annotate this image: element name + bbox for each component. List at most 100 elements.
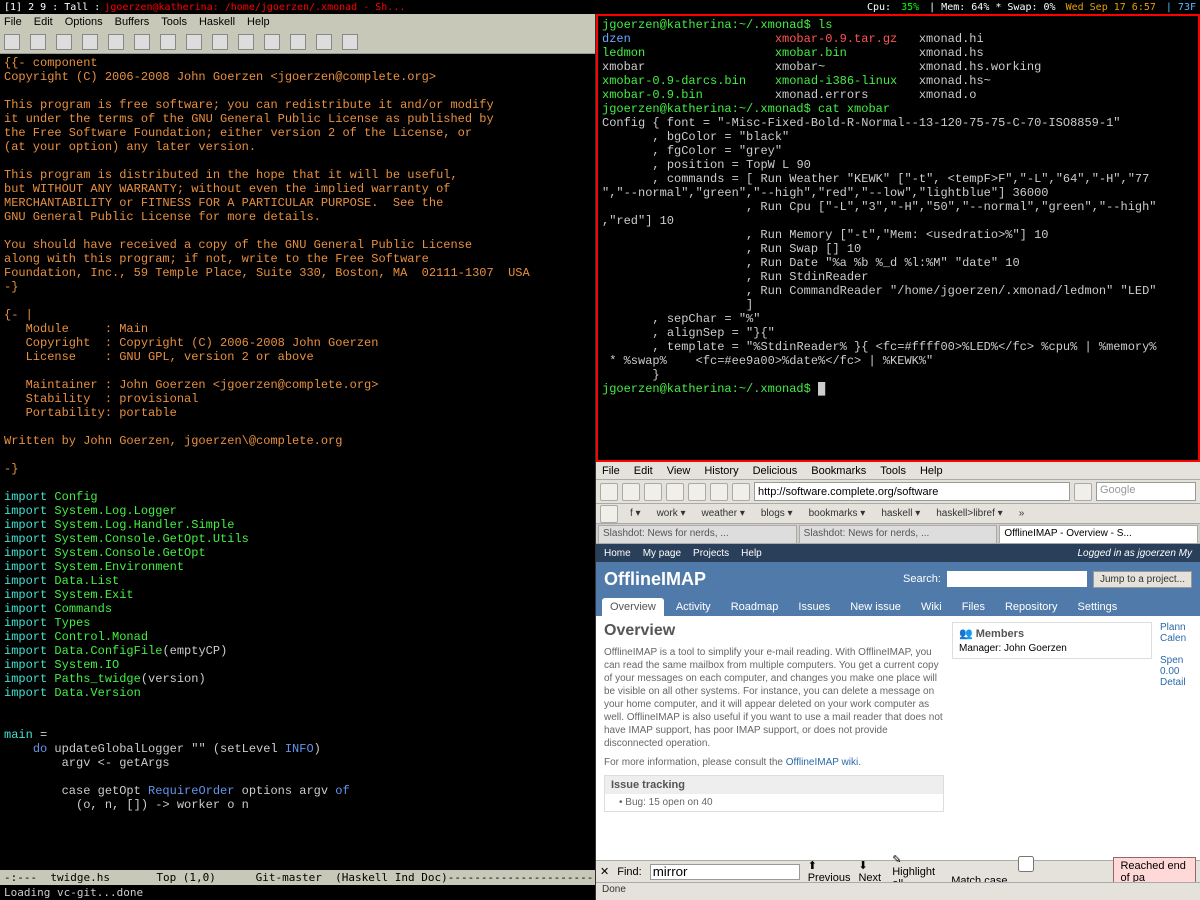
bookmark-work[interactable]: work ▾ [653,507,690,520]
copy-icon[interactable] [186,34,202,50]
link-projects[interactable]: Projects [693,548,729,559]
tab-files[interactable]: Files [954,598,993,616]
planning-link[interactable]: Plann [1160,622,1192,633]
mem-swap: | Mem: 64% * Swap: 0% [929,2,1055,13]
menu-file[interactable]: File [4,16,22,28]
emacs-editor[interactable]: {{- component Copyright (C) 2006-2008 Jo… [0,54,595,870]
stop-button[interactable] [666,483,684,501]
shell-prompt: jgoerzen@katherina:~/.xmonad$ cat xmobar [602,102,890,116]
new-file-icon[interactable] [4,34,20,50]
cpu-label: Cpu: [867,2,891,13]
tab-new-issue[interactable]: New issue [842,598,909,616]
tab-offlineimap[interactable]: OfflineIMAP - Overview - S... [999,525,1198,543]
bookmark-f[interactable]: f ▾ [626,507,645,520]
link-home[interactable]: Home [604,548,631,559]
project-header: OfflineIMAP Search: Jump to a project... [596,562,1200,596]
menu-tools[interactable]: Tools [880,465,906,477]
replace-icon[interactable] [264,34,280,50]
link-mypage[interactable]: My page [643,548,681,559]
tab-repository[interactable]: Repository [997,598,1066,616]
menu-edit[interactable]: Edit [34,16,53,28]
code-line: updateGlobalLogger "" (setLevel [47,742,285,756]
folder-icon[interactable] [56,34,72,50]
overview-sidebar: 👥 Members Manager: John Goerzen [952,622,1152,854]
xmobar-config: Config { font = "-Misc-Fixed-Bold-R-Norm… [602,116,1157,382]
link-help[interactable]: Help [741,548,762,559]
overview-text: OfflineIMAP is a tool to simplify your e… [604,646,944,750]
find-input[interactable] [650,864,800,880]
overview-heading: Overview [604,622,944,640]
terminal-window[interactable]: jgoerzen@katherina:~/.xmonad$ ls dzen xm… [596,14,1200,462]
print-icon[interactable] [290,34,306,50]
prefs-icon[interactable] [316,34,332,50]
bookmark-icon[interactable] [710,483,728,501]
tab-settings[interactable]: Settings [1070,598,1126,616]
menu-help[interactable]: Help [247,16,270,28]
browser-tab-bar: Slashdot: News for nerds, ... Slashdot: … [596,524,1200,544]
bookmark-weather[interactable]: weather ▾ [698,507,749,520]
bookmark-bookmarks[interactable]: bookmarks ▾ [805,507,870,520]
right-sidebar-cut: Plann Calen Spen 0.00 Detail [1160,622,1192,854]
scroll-left-icon[interactable] [600,505,618,523]
go-button[interactable] [1074,483,1092,501]
code-line: getOpt [90,784,148,798]
wiki-link[interactable]: OfflineIMAP wiki [786,757,858,768]
bookmark-overflow[interactable]: » [1015,507,1029,520]
menu-delicious[interactable]: Delicious [753,465,798,477]
emacs-minibuffer[interactable]: Loading vc-git...done [0,885,595,900]
overview-main: Overview OfflineIMAP is a tool to simpli… [604,622,944,854]
bug-count[interactable]: Bug: 15 open on 40 [625,797,712,808]
menu-bookmarks[interactable]: Bookmarks [811,465,866,477]
close-icon[interactable] [82,34,98,50]
tab-slashdot-1[interactable]: Slashdot: News for nerds, ... [598,525,797,543]
browser-status-bar: Done [596,882,1200,900]
menu-file[interactable]: File [602,465,620,477]
manager-link[interactable]: John Goerzen [1004,643,1067,654]
menu-edit[interactable]: Edit [634,465,653,477]
search-icon[interactable] [238,34,254,50]
menu-options[interactable]: Options [65,16,103,28]
close-find-icon[interactable]: ✕ [600,865,609,878]
reload-button[interactable] [644,483,662,501]
url-bar[interactable]: http://software.complete.org/software [754,482,1070,501]
xmonad-status-bar: [1] 2 9 : Tall : jgoerzen@katherina: /ho… [0,0,1200,14]
bookmark-blogs[interactable]: blogs ▾ [757,507,797,520]
tab-issues[interactable]: Issues [790,598,838,616]
project-search-input[interactable] [947,571,1087,587]
undo-icon[interactable] [134,34,150,50]
menu-buffers[interactable]: Buffers [115,16,150,28]
weather-temp: | 73F [1166,2,1196,13]
help-icon[interactable] [342,34,358,50]
case-kw: case [4,784,90,798]
find-previous-button[interactable]: ⬆ Previous [808,859,851,884]
open-file-icon[interactable] [30,34,46,50]
menu-haskell[interactable]: Haskell [199,16,235,28]
save-icon[interactable] [108,34,124,50]
search-bar[interactable]: Google [1096,482,1196,501]
home-button[interactable] [688,483,706,501]
tab-overview[interactable]: Overview [602,598,664,616]
tab-activity[interactable]: Activity [668,598,719,616]
browser-nav-toolbar: http://software.complete.org/software Go… [596,480,1200,504]
menu-view[interactable]: View [667,465,691,477]
tab-slashdot-2[interactable]: Slashdot: News for nerds, ... [799,525,998,543]
jump-to-project[interactable]: Jump to a project... [1093,571,1192,588]
bookmark-haskell-libref[interactable]: haskell>libref ▾ [932,507,1006,520]
details-link[interactable]: Detail [1160,677,1192,688]
tab-wiki[interactable]: Wiki [913,598,950,616]
menu-tools[interactable]: Tools [161,16,187,28]
cut-icon[interactable] [160,34,176,50]
menu-history[interactable]: History [704,465,738,477]
find-next-button[interactable]: ⬇ Next [858,859,884,884]
spent-label: Spen [1160,655,1192,666]
menu-help[interactable]: Help [920,465,943,477]
code-line: (o, n, []) -> worker o n [4,798,249,812]
back-button[interactable] [600,483,618,501]
tab-roadmap[interactable]: Roadmap [723,598,787,616]
paste-icon[interactable] [212,34,228,50]
bookmark-haskell[interactable]: haskell ▾ [877,507,924,520]
workspace-indicator[interactable]: [1] 2 9 : Tall : [4,2,100,13]
forward-button[interactable] [622,483,640,501]
calendar-link[interactable]: Calen [1160,633,1192,644]
tag-icon[interactable] [732,483,750,501]
